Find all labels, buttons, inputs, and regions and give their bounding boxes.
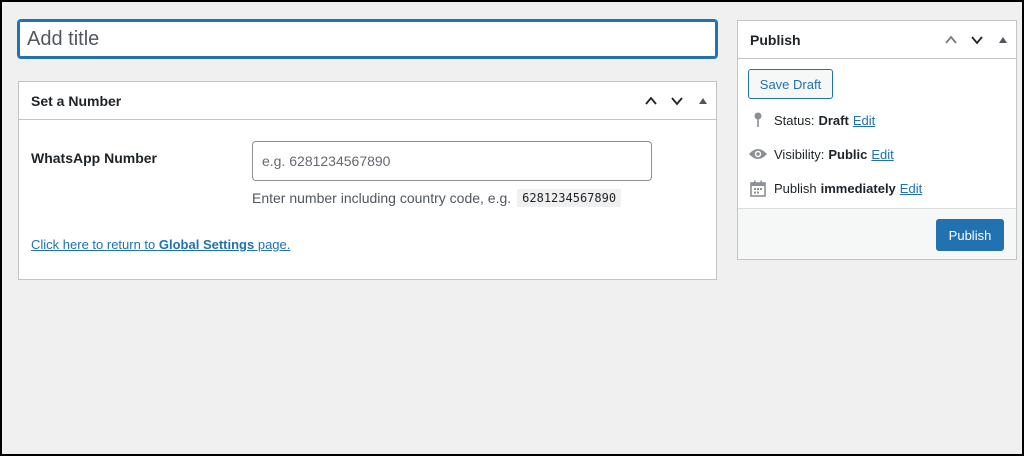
title-field-wrapper <box>17 19 718 59</box>
publish-metabox: Publish Save Draft Status: Draft Edit Vi… <box>737 20 1017 260</box>
publish-date-label: Publish <box>774 180 817 196</box>
edit-visibility-link[interactable]: Edit <box>871 147 893 162</box>
edit-status-link[interactable]: Edit <box>853 113 875 128</box>
publish-handle-actions <box>938 21 1016 58</box>
metabox-header: Set a Number <box>19 82 716 120</box>
pin-icon <box>748 111 768 129</box>
hint-example-code: 6281234567890 <box>517 189 622 207</box>
save-draft-button[interactable]: Save Draft <box>748 69 833 99</box>
triangle-up-icon <box>999 36 1007 43</box>
visibility-row: Visibility: Public Edit <box>748 145 894 163</box>
link-prefix: Click here to return to <box>31 237 159 252</box>
status-label: Status: <box>774 112 815 128</box>
calendar-icon <box>748 179 768 197</box>
publish-date-row: Publish immediately Edit <box>748 179 922 197</box>
chevron-down-icon <box>971 35 983 44</box>
chevron-up-icon <box>645 96 657 105</box>
field-description: Enter number including country code, e.g… <box>252 189 622 207</box>
status-value: Draft <box>818 112 849 128</box>
publish-move-up-button[interactable] <box>938 22 964 58</box>
triangle-up-icon <box>699 97 707 104</box>
move-up-button[interactable] <box>638 83 664 119</box>
move-down-button[interactable] <box>664 83 690 119</box>
publish-actions-bar: Publish <box>738 208 1016 259</box>
visibility-label: Visibility: <box>774 146 825 162</box>
publish-title: Publish <box>750 31 801 48</box>
global-settings-link[interactable]: Click here to return to Global Settings … <box>31 237 290 252</box>
status-row: Status: Draft Edit <box>748 111 875 129</box>
link-bold-text: Global Settings <box>158 237 255 252</box>
whatsapp-number-input[interactable] <box>252 141 652 181</box>
toggle-panel-button[interactable] <box>690 83 716 119</box>
publish-date-value: immediately <box>820 180 896 196</box>
metabox-handle-actions <box>638 82 716 119</box>
edit-date-link[interactable]: Edit <box>900 181 922 196</box>
publish-button[interactable]: Publish <box>936 219 1004 251</box>
publish-toggle-panel-button[interactable] <box>990 22 1016 58</box>
visibility-value: Public <box>828 146 868 162</box>
whatsapp-number-label: WhatsApp Number <box>31 150 157 166</box>
title-input[interactable] <box>17 19 718 59</box>
publish-header: Publish <box>738 21 1016 59</box>
metabox-title: Set a Number <box>31 92 122 109</box>
chevron-up-icon <box>945 35 957 44</box>
publish-move-down-button[interactable] <box>964 22 990 58</box>
chevron-down-icon <box>671 96 683 105</box>
eye-icon <box>748 145 768 163</box>
link-suffix: page. <box>254 237 291 252</box>
set-number-metabox: Set a Number WhatsApp Number Enter numbe… <box>18 81 717 280</box>
hint-text: Enter number including country code, e.g… <box>252 190 512 206</box>
